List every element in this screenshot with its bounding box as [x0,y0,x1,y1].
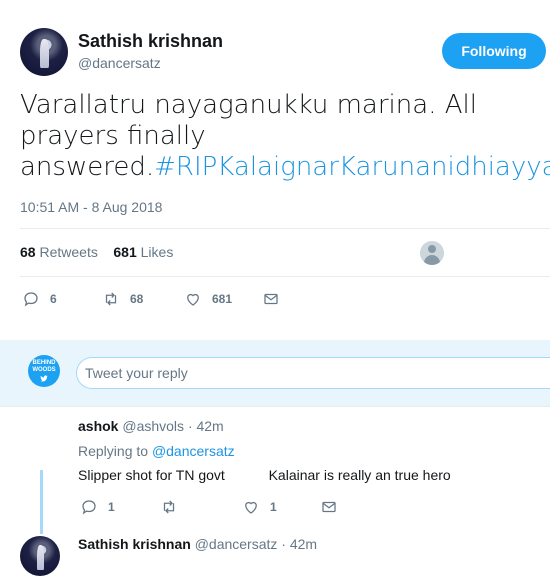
author-name[interactable]: Sathish krishnan [78,31,223,52]
retweet-icon [105,292,117,306]
reply-count: 6 [50,292,57,306]
retweets-count[interactable]: 68 [20,244,36,260]
heart-icon [245,501,257,514]
reply-avatar[interactable] [20,536,60,576]
user-avatar[interactable]: BEHIND WOODS [28,355,60,387]
envelope-icon [322,501,336,513]
like-action[interactable]: 681 [184,290,232,308]
reply-time[interactable]: · 42m [188,418,224,434]
following-button[interactable]: Following [442,33,546,69]
reply-text-part2: Kalainar is really an true hero [268,467,451,483]
envelope-icon [264,293,278,305]
likes-count[interactable]: 681 [113,244,136,260]
replying-to-link[interactable]: @dancersatz [152,443,235,459]
likes-label[interactable]: Likes [141,244,174,260]
heart-icon [187,293,199,306]
replying-prefix: Replying to [78,443,149,459]
divider [20,276,550,277]
author-avatar[interactable] [20,28,68,76]
reply-reply-action[interactable]: 1 [80,498,115,516]
reply-text: Slipper shot for TN govt Kalainar is rea… [78,467,451,483]
reply-like-action[interactable]: 1 [242,498,277,516]
thread-line [40,470,43,534]
reply-icon [24,292,38,307]
reply-reply-count: 1 [108,500,115,514]
reply-header: ashok @ashvols · 42m [78,418,224,434]
tweet-stats: 68 Retweets 681 Likes [20,244,173,260]
retweet-action[interactable]: 68 [102,290,143,308]
retweets-label[interactable]: Retweets [39,244,97,260]
divider [20,228,550,229]
divider [0,406,550,407]
bird-icon [40,374,48,382]
reply-message-action[interactable] [320,498,338,516]
author-handle[interactable]: @dancersatz [78,55,161,71]
reply-author-name[interactable]: ashok [78,418,118,434]
reply-retweet-action[interactable] [160,498,178,516]
avatar-text-1: BEHIND [32,359,56,366]
reply-like-count: 1 [270,500,277,514]
reply-action[interactable]: 6 [22,290,57,308]
tweet-timestamp[interactable]: 10:51 AM - 8 Aug 2018 [20,199,162,215]
replying-to: Replying to @dancersatz [78,443,235,459]
liker-avatar[interactable] [420,241,444,265]
message-action[interactable] [262,290,280,308]
reply-input[interactable]: Tweet your reply [76,357,550,389]
hashtag-link[interactable]: #RIPKalaignarKarunanidhiayya [154,152,550,182]
reply-text-part1: Slipper shot for TN govt [78,467,225,483]
tweet-text: Varallatru nayaganukku marina. All praye… [20,90,550,183]
reply-author-handle[interactable]: @ashvols [122,418,184,434]
retweet-count: 68 [130,292,144,306]
retweet-icon [163,500,175,514]
like-count: 681 [212,292,233,306]
avatar-text-2: WOODS [32,366,56,373]
reply-icon [82,500,96,515]
